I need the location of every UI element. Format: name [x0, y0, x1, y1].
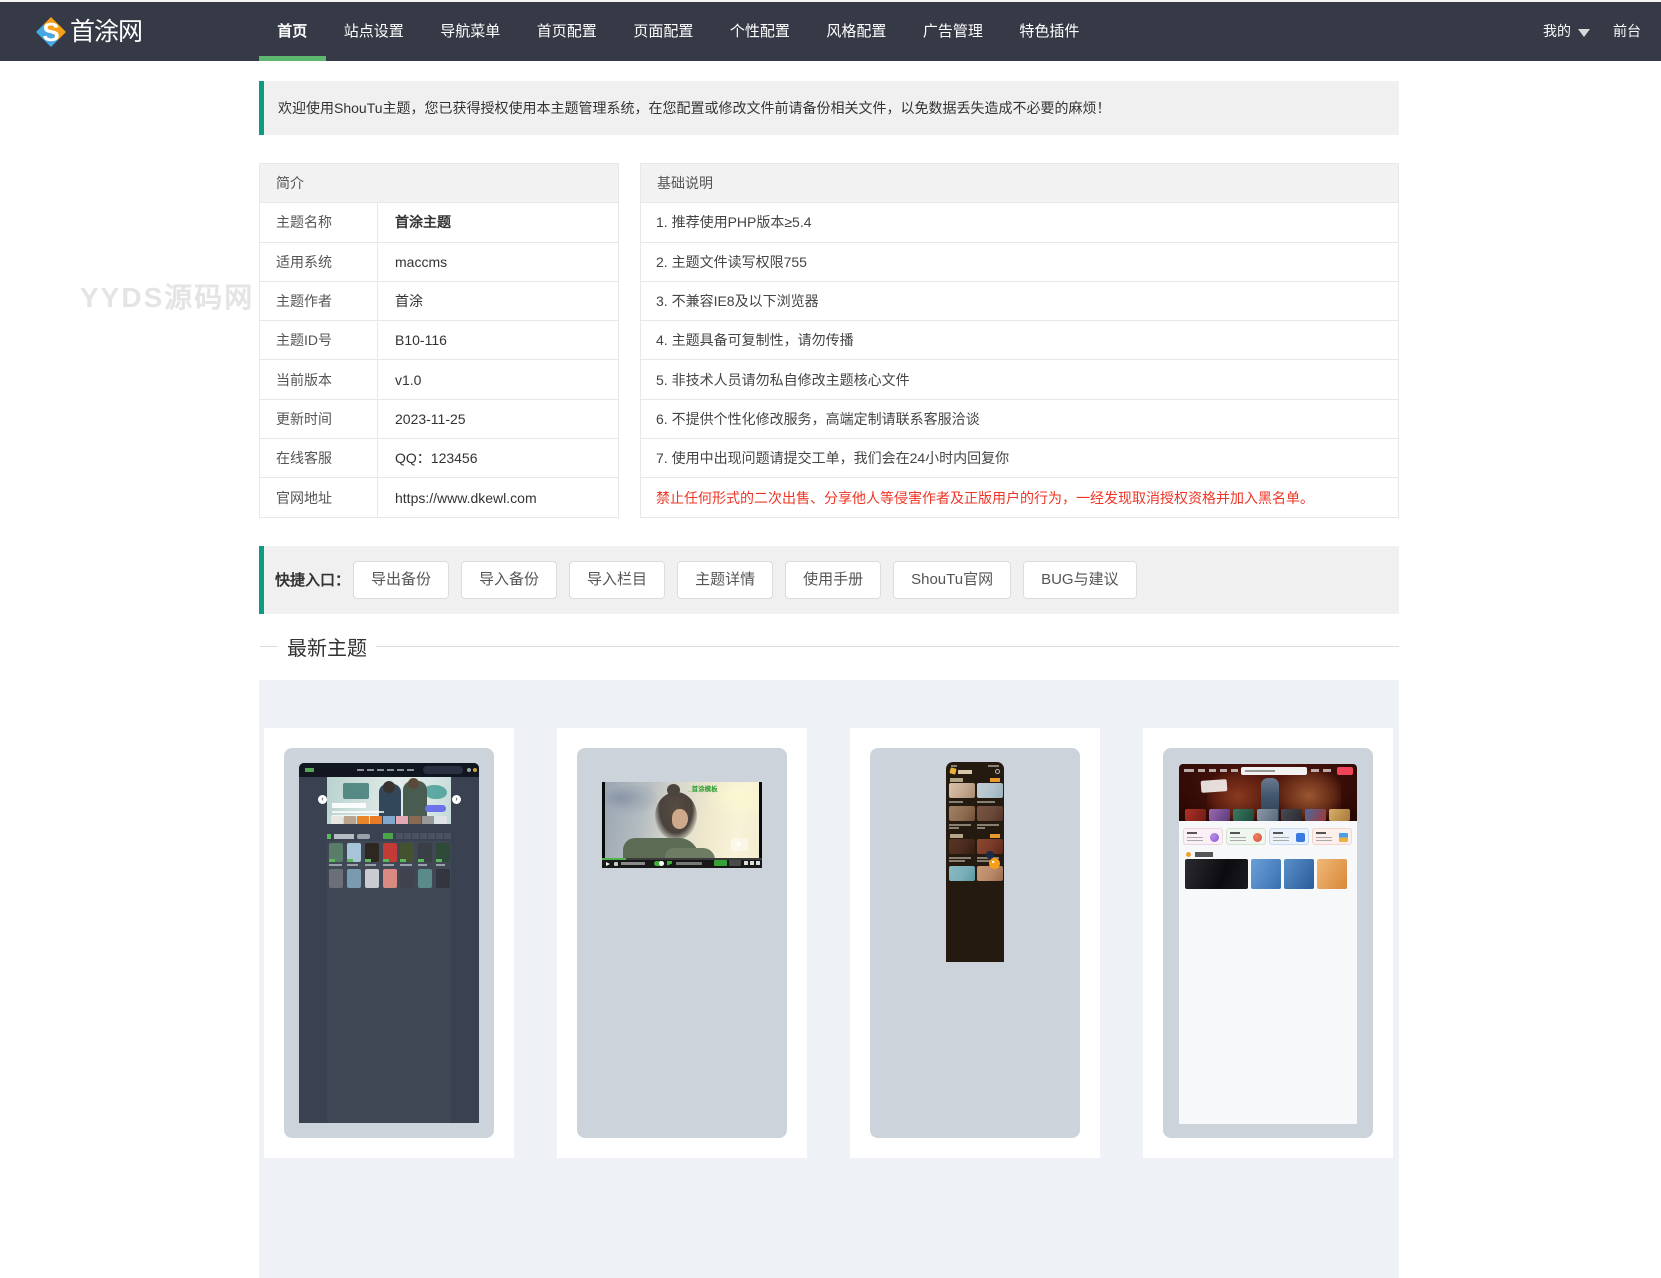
svg-text:S: S [42, 17, 59, 47]
